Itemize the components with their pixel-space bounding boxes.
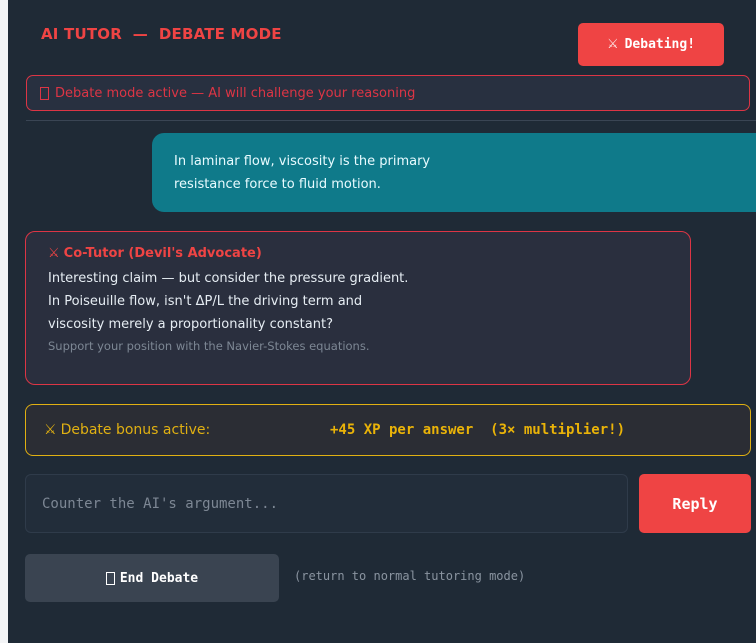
end-debate-hint: (return to normal tutoring mode) bbox=[294, 569, 526, 583]
debating-status-button[interactable]: ⚔ Debating! bbox=[578, 23, 724, 66]
cotutor-message-line: In Poiseuille flow, isn't ΔP/L the drivi… bbox=[48, 294, 363, 309]
page-title: AI TUTOR — DEBATE MODE bbox=[41, 25, 282, 43]
crossed-swords-icon: ⚔ bbox=[48, 246, 60, 261]
crossed-swords-icon: ⚔ bbox=[606, 37, 619, 52]
divider bbox=[26, 120, 756, 121]
cotutor-message-card: ⚔ Co-Tutor (Devil's Advocate) Interesting… bbox=[25, 231, 691, 385]
debate-mode-banner: Debate mode active — AI will challenge y… bbox=[26, 75, 750, 111]
end-debate-button[interactable]: End Debate bbox=[25, 554, 279, 602]
user-message-line: resistance force to fluid motion. bbox=[174, 177, 381, 192]
end-debate-label: End Debate bbox=[119, 570, 199, 586]
crossed-swords-icon: ⚔ bbox=[44, 422, 57, 438]
bonus-label-group: ⚔ Debate bonus active: bbox=[44, 422, 330, 438]
reply-button[interactable]: Reply bbox=[639, 474, 751, 533]
bonus-xp-value: +45 XP per answer (3× multiplier!) bbox=[330, 422, 626, 438]
user-message-line: In laminar flow, viscosity is the primar… bbox=[174, 154, 431, 169]
cotutor-hint: Support your position with the Navier-St… bbox=[48, 339, 370, 353]
missing-glyph-box-icon bbox=[40, 86, 49, 100]
cotutor-message-line: viscosity merely a proportionality const… bbox=[48, 317, 333, 332]
cotutor-heading: ⚔ Co-Tutor (Devil's Advocate) bbox=[48, 246, 690, 261]
cotutor-message-line: Interesting claim — but consider the pre… bbox=[48, 271, 409, 286]
tutor-panel: AI TUTOR — DEBATE MODE ⚔ Debating! Debat… bbox=[0, 0, 756, 643]
counter-argument-input[interactable] bbox=[25, 474, 628, 533]
bonus-label: Debate bonus active: bbox=[60, 422, 211, 438]
debating-status-label: Debating! bbox=[624, 37, 696, 52]
missing-glyph-box-icon bbox=[105, 571, 115, 585]
window-edge bbox=[0, 0, 8, 643]
debate-bonus-banner: ⚔ Debate bonus active: +45 XP per answer … bbox=[25, 404, 751, 456]
debate-mode-banner-text: Debate mode active — AI will challenge y… bbox=[55, 85, 416, 101]
user-message-bubble: In laminar flow, viscosity is the primar… bbox=[152, 133, 756, 212]
cotutor-name: Co-Tutor (Devil's Advocate) bbox=[63, 246, 262, 261]
